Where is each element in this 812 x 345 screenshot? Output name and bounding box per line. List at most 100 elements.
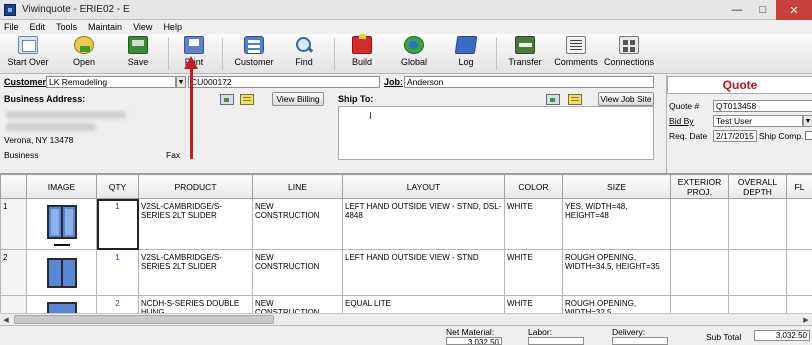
header-rownum <box>0 174 27 199</box>
row-number[interactable]: 2 <box>0 249 27 296</box>
connections-button[interactable]: Connections <box>602 36 656 72</box>
open-button[interactable]: Open <box>64 36 104 72</box>
delivery-field[interactable] <box>612 337 668 345</box>
comments-icon <box>566 36 586 54</box>
size-cell[interactable]: ROUGH OPENING, WIDTH=34.5, HEIGHT=35 <box>562 249 671 296</box>
view-job-site-button[interactable]: View Job Site <box>598 92 654 106</box>
sub-total-label: Sub Total <box>706 332 742 342</box>
line-items-table: IMAGE QTY PRODUCT LINE LAYOUT COLOR SIZE… <box>0 174 812 321</box>
open-label: Open <box>72 57 96 67</box>
scrollbar-thumb[interactable] <box>14 315 274 324</box>
global-icon <box>404 36 424 54</box>
build-button[interactable]: Build <box>342 34 382 72</box>
menu-edit[interactable]: Edit <box>30 22 46 32</box>
ship-note-icon[interactable] <box>568 94 582 105</box>
header-layout[interactable]: LAYOUT <box>342 174 505 199</box>
labor-field[interactable] <box>528 337 584 345</box>
comments-button[interactable]: Comments <box>552 36 600 72</box>
log-icon <box>454 36 478 54</box>
header-fl[interactable]: FL <box>786 174 812 199</box>
header-exterior-proj[interactable]: EXTERIOR PROJ. <box>670 174 729 199</box>
row-image-cell[interactable] <box>26 198 97 250</box>
exterior-proj-cell[interactable] <box>670 249 729 296</box>
product-cell[interactable]: V2SL-CAMBRIDGE/S-SERIES 2LT SLIDER <box>138 249 253 296</box>
menu-file[interactable]: File <box>4 22 19 32</box>
global-button[interactable]: Global <box>394 36 434 72</box>
table-row[interactable]: 1 1 V2SL-CAMBRIDGE/S-SERIES 2LT SLIDER N… <box>0 198 812 250</box>
find-label: Find <box>295 57 313 67</box>
close-button[interactable]: ✕ <box>776 0 812 20</box>
row-number[interactable]: 1 <box>0 198 27 250</box>
fax-label: Fax <box>166 150 181 160</box>
maximize-button[interactable]: □ <box>750 0 776 20</box>
fl-cell[interactable] <box>786 198 812 250</box>
connections-label: Connections <box>603 57 655 67</box>
find-button[interactable]: Find <box>284 36 324 72</box>
address-card-icon[interactable] <box>220 94 234 105</box>
ship-to-panel[interactable]: I <box>338 106 654 160</box>
toolbar-separator <box>168 38 169 70</box>
product-cell[interactable]: V2SL-CAMBRIDGE/S-SERIES 2LT SLIDER <box>138 198 253 250</box>
ship-comp-label: Ship Comp. <box>759 131 804 141</box>
layout-cell[interactable]: LEFT HAND OUTSIDE VIEW - STND, DSL-4848 <box>342 198 505 250</box>
labor-label: Labor: <box>528 327 553 337</box>
req-date-field[interactable]: 2/17/2015 <box>713 130 757 142</box>
size-cell[interactable]: YES, WIDTH=48, HEIGHT=48 <box>562 198 671 250</box>
save-button[interactable]: Save <box>118 36 158 72</box>
toolbar-separator <box>334 38 335 70</box>
row-image-cell[interactable] <box>26 249 97 296</box>
net-material-field[interactable]: 3,032.50 <box>446 337 502 345</box>
start-over-label: Start Over <box>7 57 49 67</box>
menu-bar: File Edit Tools Maintain View Help <box>0 20 812 34</box>
ship-comp-checkbox[interactable] <box>805 131 812 140</box>
color-cell[interactable]: WHITE <box>504 249 563 296</box>
overall-depth-cell[interactable] <box>728 249 787 296</box>
sub-total-field[interactable]: 3,032.50 <box>754 330 810 341</box>
qty-cell[interactable]: 1 <box>96 198 139 250</box>
quote-number-field[interactable]: QT013458 <box>713 100 812 112</box>
header-qty[interactable]: QTY <box>96 174 139 199</box>
horizontal-scrollbar[interactable]: ◀ ▶ <box>0 313 812 325</box>
menu-view[interactable]: View <box>133 22 152 32</box>
fl-cell[interactable] <box>786 249 812 296</box>
log-button[interactable]: Log <box>446 36 486 72</box>
bid-by-dropdown-arrow[interactable]: ▼ <box>803 115 812 127</box>
window-controls: — □ ✕ <box>724 0 812 20</box>
header-color[interactable]: COLOR <box>504 174 563 199</box>
req-date-label: Req. Date <box>669 131 708 141</box>
menu-maintain[interactable]: Maintain <box>88 22 122 32</box>
job-field[interactable]: Anderson <box>404 76 654 88</box>
color-cell[interactable]: WHITE <box>504 198 563 250</box>
ship-card-icon[interactable] <box>546 94 560 105</box>
view-billing-button[interactable]: View Billing <box>272 92 324 106</box>
header-size[interactable]: SIZE <box>562 174 671 199</box>
exterior-proj-cell[interactable] <box>670 198 729 250</box>
note-icon[interactable] <box>240 94 254 105</box>
menu-tools[interactable]: Tools <box>56 22 77 32</box>
customer-code-field[interactable]: CU000172 <box>188 76 380 88</box>
customer-dropdown-arrow[interactable]: ▼ <box>176 76 186 88</box>
scroll-right-icon[interactable]: ▶ <box>800 314 812 325</box>
log-label: Log <box>458 57 474 67</box>
qty-cell[interactable]: 1 <box>96 249 139 296</box>
customer-icon <box>244 36 264 54</box>
scroll-left-icon[interactable]: ◀ <box>0 314 12 325</box>
header-product[interactable]: PRODUCT <box>138 174 253 199</box>
overall-depth-cell[interactable] <box>728 198 787 250</box>
quote-number-label: Quote # <box>669 101 700 111</box>
customer-select[interactable]: LK Remodeling <box>46 76 176 88</box>
header-overall-depth[interactable]: OVERALL DEPTH <box>728 174 787 199</box>
ship-to-label: Ship To: <box>338 94 374 104</box>
line-cell[interactable]: NEW CONSTRUCTION <box>252 198 343 250</box>
customer-button[interactable]: Customer <box>232 36 276 72</box>
header-line[interactable]: LINE <box>252 174 343 199</box>
layout-cell[interactable]: LEFT HAND OUTSIDE VIEW - STND <box>342 249 505 296</box>
table-row[interactable]: 2 1 V2SL-CAMBRIDGE/S-SERIES 2LT SLIDER N… <box>0 249 812 296</box>
minimize-button[interactable]: — <box>724 0 750 20</box>
start-over-button[interactable]: Start Over <box>6 36 50 72</box>
header-image[interactable]: IMAGE <box>26 174 97 199</box>
bid-by-select[interactable]: Test User <box>713 115 803 127</box>
line-cell[interactable]: NEW CONSTRUCTION <box>252 249 343 296</box>
transfer-button[interactable]: Transfer <box>504 36 546 72</box>
menu-help[interactable]: Help <box>163 22 182 32</box>
